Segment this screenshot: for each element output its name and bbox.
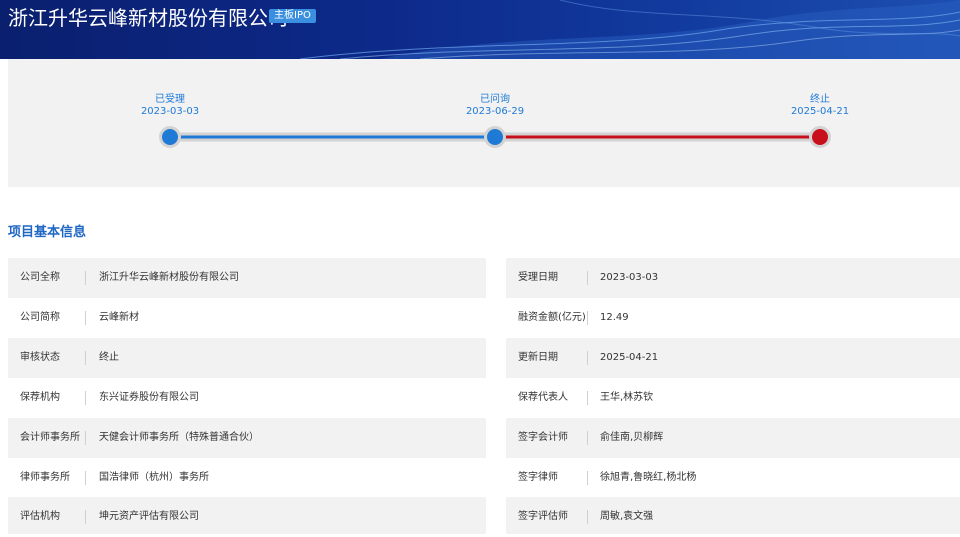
- divider: [587, 431, 588, 445]
- stage-date-inquired: 2023-06-29: [465, 106, 525, 117]
- divider: [85, 510, 86, 524]
- board-badge: 主板IPO: [269, 9, 316, 23]
- stage-date-accepted: 2023-03-03: [140, 106, 200, 117]
- info-row: 更新日期 2025-04-21: [506, 338, 960, 378]
- field-label: 更新日期: [518, 352, 558, 363]
- field-value: 2023-03-03: [600, 272, 659, 283]
- field-label: 审核状态: [20, 352, 60, 363]
- info-row: 评估机构 坤元资产评估有限公司: [8, 497, 486, 534]
- divider: [85, 391, 86, 405]
- divider: [85, 271, 86, 285]
- field-value: 东兴证券股份有限公司: [99, 392, 199, 403]
- field-label: 融资金额(亿元): [518, 312, 586, 323]
- field-value: 王华,林苏钦: [600, 392, 654, 403]
- stage-label-accepted: 已受理: [155, 94, 185, 105]
- field-label: 签字会计师: [518, 432, 568, 443]
- page-header: 浙江升华云峰新材股份有限公司 主板IPO: [0, 0, 960, 59]
- info-row: 签字律师 徐旭青,鲁晓红,杨北杨: [506, 458, 960, 498]
- field-value: 国浩律师（杭州）事务所: [99, 472, 209, 483]
- progress-timeline: 已受理 2023-03-03 已问询 2023-06-29 终止 2025-04…: [8, 59, 960, 187]
- info-row: 公司简称 云峰新材: [8, 298, 486, 338]
- divider: [587, 271, 588, 285]
- info-row: 会计师事务所 天健会计师事务所（特殊普通合伙）: [8, 418, 486, 458]
- info-row: 受理日期 2023-03-03: [506, 258, 960, 298]
- field-label: 会计师事务所: [20, 432, 80, 443]
- divider: [85, 311, 86, 325]
- field-value: 2025-04-21: [600, 352, 659, 363]
- field-label: 公司简称: [20, 312, 60, 323]
- stage-label-inquired: 已问询: [480, 94, 510, 105]
- divider: [587, 311, 588, 325]
- divider: [587, 510, 588, 524]
- divider: [85, 471, 86, 485]
- info-row: 保荐代表人 王华,林苏钦: [506, 378, 960, 418]
- field-value: 云峰新材: [99, 312, 139, 323]
- field-value: 坤元资产评估有限公司: [99, 511, 199, 522]
- divider: [587, 391, 588, 405]
- field-label: 评估机构: [20, 511, 60, 522]
- field-value: 终止: [99, 352, 119, 363]
- info-row: 公司全称 浙江升华云峰新材股份有限公司: [8, 258, 486, 298]
- info-row: 融资金额(亿元) 12.49: [506, 298, 960, 338]
- divider: [85, 351, 86, 365]
- divider: [587, 351, 588, 365]
- info-row: 签字会计师 俞佳南,贝柳辉: [506, 418, 960, 458]
- field-label: 签字律师: [518, 472, 558, 483]
- stage-label-terminated: 终止: [810, 94, 830, 105]
- field-label: 签字评估师: [518, 511, 568, 522]
- field-label: 律师事务所: [20, 472, 70, 483]
- field-value: 俞佳南,贝柳辉: [600, 432, 664, 443]
- info-row: 律师事务所 国浩律师（杭州）事务所: [8, 458, 486, 498]
- divider: [587, 471, 588, 485]
- page-title: 浙江升华云峰新材股份有限公司: [8, 6, 288, 30]
- field-value: 徐旭青,鲁晓红,杨北杨: [600, 472, 697, 483]
- info-row: 签字评估师 周敏,袁文强: [506, 497, 960, 534]
- field-value: 周敏,袁文强: [600, 511, 654, 522]
- field-label: 保荐代表人: [518, 392, 568, 403]
- stage-date-terminated: 2025-04-21: [790, 106, 850, 117]
- divider: [85, 431, 86, 445]
- info-row: 审核状态 终止: [8, 338, 486, 378]
- field-label: 受理日期: [518, 272, 558, 283]
- timeline-track: [159, 126, 831, 148]
- field-label: 公司全称: [20, 272, 60, 283]
- info-row: 保荐机构 东兴证券股份有限公司: [8, 378, 486, 418]
- field-value: 天健会计师事务所（特殊普通合伙）: [99, 432, 259, 443]
- field-label: 保荐机构: [20, 392, 60, 403]
- field-value: 12.49: [600, 312, 629, 323]
- field-value: 浙江升华云峰新材股份有限公司: [99, 272, 239, 283]
- section-title: 项目基本信息: [8, 225, 87, 240]
